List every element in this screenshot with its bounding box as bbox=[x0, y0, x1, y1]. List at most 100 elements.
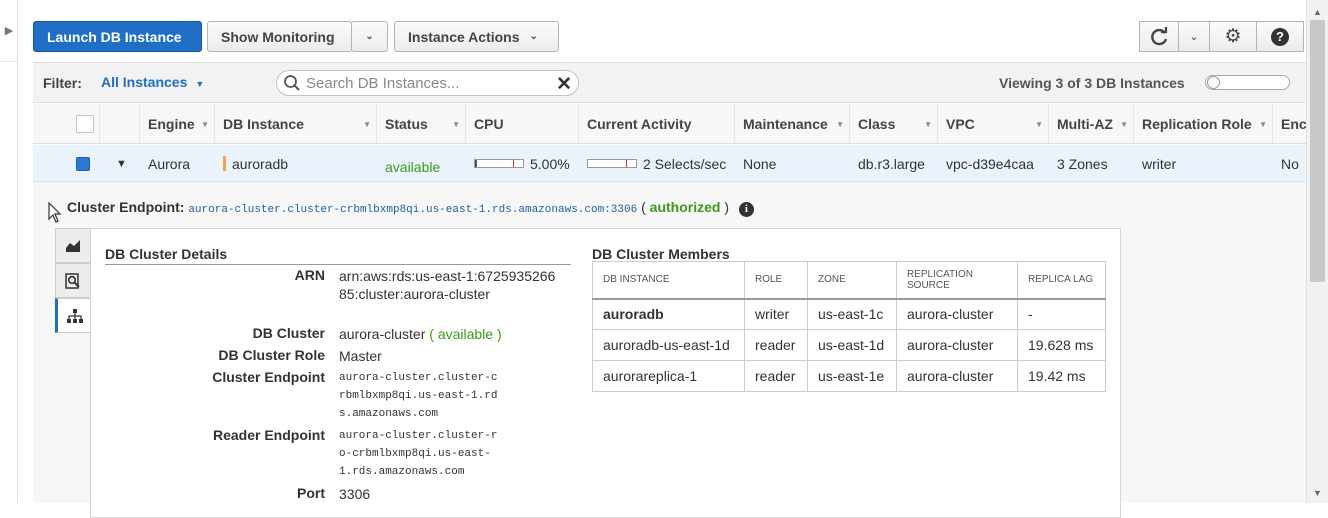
toolbar: Launch DB Instance Show Monitoring ⌄ Ins… bbox=[33, 0, 1308, 62]
member-instance[interactable]: aurorareplica-1 bbox=[592, 360, 745, 392]
col-engine-label: Engine bbox=[148, 116, 195, 132]
select-all-checkbox[interactable] bbox=[68, 104, 100, 144]
cluster-endpoint-detail-label: Cluster Endpoint bbox=[212, 369, 325, 385]
arn-label: ARN bbox=[294, 267, 325, 283]
collapse-row-icon[interactable]: ▼ bbox=[108, 145, 138, 182]
cell-class: db.r3.large bbox=[858, 155, 925, 172]
member-row: aurorareplica-1 reader us-east-1e aurora… bbox=[592, 360, 1106, 392]
db-cluster-value-line: aurora-cluster ( available ) bbox=[339, 325, 502, 343]
help-icon: ? bbox=[1271, 27, 1289, 46]
scrollbar-thumb[interactable] bbox=[1310, 20, 1325, 282]
refresh-options-button[interactable]: ⌄ bbox=[1178, 21, 1210, 52]
db-cluster-status: ( available ) bbox=[429, 326, 502, 342]
page-scrollbar[interactable]: ▲ ▼ bbox=[1306, 0, 1328, 503]
col-replication-role[interactable]: Replication Role ▼ bbox=[1134, 104, 1273, 144]
cluster-endpoint-detail-value[interactable]: aurora-cluster.cluster-crbmlbxmp8qi.us-e… bbox=[339, 369, 499, 423]
member-instance[interactable]: auroradb-us-east-1d bbox=[592, 329, 745, 361]
activity-bar-threshold bbox=[626, 160, 627, 167]
settings-button[interactable]: ⚙ bbox=[1209, 21, 1257, 52]
col-encrypted-label: Enc bbox=[1281, 116, 1307, 132]
tab-monitoring[interactable] bbox=[55, 228, 91, 263]
magnify-document-icon bbox=[65, 272, 80, 289]
help-button[interactable]: ? bbox=[1256, 21, 1304, 52]
search-input[interactable] bbox=[304, 73, 549, 93]
hierarchy-icon bbox=[66, 308, 83, 323]
activity-value: 2 Selects/sec bbox=[643, 155, 727, 172]
expand-nav-icon[interactable]: ▶ bbox=[0, 0, 18, 62]
auth-close-paren: ) bbox=[724, 199, 729, 215]
db-cluster-value: aurora-cluster bbox=[339, 326, 426, 342]
cluster-endpoint-line: Cluster Endpoint: aurora-cluster.cluster… bbox=[67, 199, 754, 217]
chevron-down-icon: ▼ bbox=[195, 79, 205, 89]
cell-cpu: 5.00% bbox=[466, 145, 579, 182]
col-current-activity[interactable]: Current Activity bbox=[579, 104, 735, 144]
show-monitoring-label: Show Monitoring bbox=[221, 28, 335, 45]
activity-bar bbox=[587, 159, 637, 168]
instance-actions-label: Instance Actions bbox=[408, 28, 520, 45]
chevron-down-icon: ⌄ bbox=[1189, 31, 1199, 43]
col-class[interactable]: Class ▼ bbox=[850, 104, 938, 144]
main-content: Launch DB Instance Show Monitoring ⌄ Ins… bbox=[33, 0, 1308, 518]
instance-detail: Cluster Endpoint: aurora-cluster.cluster… bbox=[33, 182, 1308, 518]
scroll-up-icon[interactable]: ▲ bbox=[1313, 7, 1322, 17]
col-class-label: Class bbox=[858, 116, 896, 132]
db-instance-name: auroradb bbox=[232, 155, 289, 172]
col-maintenance[interactable]: Maintenance ▼ bbox=[735, 104, 850, 144]
sort-icon: ▼ bbox=[836, 119, 844, 129]
header-expand-col bbox=[100, 104, 140, 144]
col-cpu-label: CPU bbox=[474, 116, 504, 132]
cell-maintenance: None bbox=[743, 155, 777, 172]
col-multi-az[interactable]: Multi-AZ ▼ bbox=[1049, 104, 1134, 144]
col-replication-role-label: Replication Role bbox=[1142, 116, 1252, 132]
members-col-zone: ZONE bbox=[807, 261, 897, 300]
member-lag: 19.42 ms bbox=[1017, 360, 1106, 392]
detail-vertical-tabs bbox=[55, 228, 91, 503]
sort-icon: ▼ bbox=[452, 119, 460, 129]
info-icon[interactable]: i bbox=[738, 202, 754, 217]
row-checkbox[interactable] bbox=[68, 145, 100, 182]
cell-db-instance[interactable]: auroradb bbox=[215, 145, 377, 182]
clear-search-icon[interactable]: ✕ bbox=[556, 73, 572, 96]
col-db-instance[interactable]: DB Instance ▼ bbox=[215, 104, 377, 144]
arn-value: arn:aws:rds:us-east-1:672593526685:clust… bbox=[339, 268, 556, 302]
members-col-role: ROLE bbox=[744, 261, 808, 300]
cell-replication-role: writer bbox=[1142, 155, 1177, 172]
tab-logs[interactable] bbox=[55, 263, 91, 298]
search-box: ✕ bbox=[276, 70, 579, 96]
member-source: aurora-cluster bbox=[896, 360, 1018, 392]
col-status-label: Status bbox=[385, 116, 428, 132]
instance-actions-button[interactable]: Instance Actions ⌄ bbox=[394, 21, 559, 52]
members-col-source: REPLICATION SOURCE bbox=[896, 261, 1018, 300]
cpu-bar-threshold bbox=[513, 160, 514, 167]
member-lag: 19.628 ms bbox=[1017, 329, 1106, 361]
reader-endpoint-value[interactable]: aurora-cluster.cluster-ro-crbmlbxmp8qi.u… bbox=[339, 427, 501, 481]
cluster-endpoint-value[interactable]: aurora-cluster.cluster-crbmlbxmp8qi.us-e… bbox=[188, 204, 637, 216]
col-vpc[interactable]: VPC ▼ bbox=[938, 104, 1049, 144]
member-zone: us-east-1d bbox=[807, 329, 897, 361]
col-multi-az-label: Multi-AZ bbox=[1057, 116, 1113, 132]
scroll-down-icon[interactable]: ▼ bbox=[1313, 488, 1322, 498]
col-status[interactable]: Status ▼ bbox=[377, 104, 466, 144]
db-cluster-role-value: Master bbox=[339, 348, 382, 364]
member-instance[interactable]: auroradb bbox=[592, 298, 745, 330]
member-lag: - bbox=[1017, 298, 1106, 330]
status-text: available bbox=[385, 158, 441, 175]
filter-dropdown[interactable]: All Instances ▼ bbox=[101, 74, 204, 90]
sort-icon: ▼ bbox=[1120, 119, 1128, 129]
col-engine[interactable]: Engine ▼ bbox=[140, 104, 215, 144]
sort-icon: ▼ bbox=[363, 119, 371, 129]
page-size-slider[interactable] bbox=[1205, 75, 1290, 90]
show-monitoring-button[interactable]: Show Monitoring bbox=[207, 21, 352, 52]
cpu-bar-fill bbox=[475, 160, 477, 167]
member-zone: us-east-1e bbox=[807, 360, 897, 392]
cell-encrypted: No bbox=[1281, 155, 1299, 172]
col-cpu[interactable]: CPU bbox=[466, 104, 579, 144]
table-row[interactable]: ▼ Aurora auroradb available 5.00% 2 Sele… bbox=[33, 145, 1308, 182]
tab-cluster[interactable] bbox=[55, 298, 91, 333]
launch-db-instance-button[interactable]: Launch DB Instance bbox=[33, 21, 202, 52]
slider-knob[interactable] bbox=[1207, 76, 1220, 89]
cpu-bar bbox=[474, 159, 524, 168]
col-encrypted[interactable]: Enc bbox=[1273, 104, 1308, 144]
monitoring-dropdown-button[interactable]: ⌄ bbox=[351, 21, 388, 52]
refresh-button[interactable] bbox=[1139, 21, 1179, 52]
